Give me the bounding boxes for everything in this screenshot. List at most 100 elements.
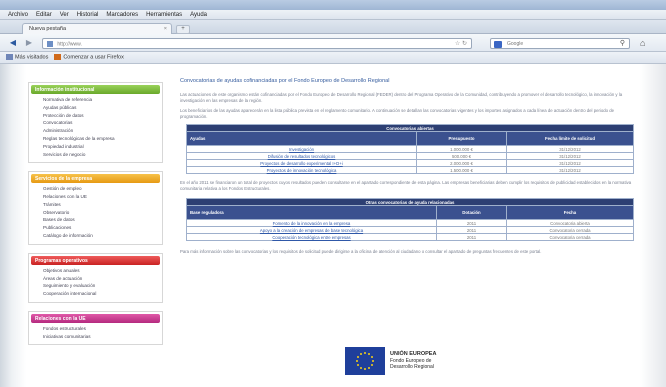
call-link[interactable]: Apoyo a la creación de empresas de base …: [186, 226, 437, 234]
sidebar-link[interactable]: Objetivos anuales: [29, 267, 162, 275]
table-caption: Convocatorias abiertas: [186, 124, 634, 132]
sidebar-link[interactable]: Propiedad industrial: [29, 143, 162, 151]
footer-paragraph: Para más información sobre las convocato…: [180, 249, 542, 254]
new-tab-button[interactable]: +: [176, 25, 190, 34]
sidebar-link[interactable]: Observatorio: [29, 209, 162, 217]
sidebar-link[interactable]: Protección de datos: [29, 112, 162, 120]
back-arrow-icon[interactable]: ◀: [8, 38, 18, 48]
address-bar-url: http://www.: [57, 41, 82, 48]
bookmark-getting-started[interactable]: Comenzar a usar Firefox: [54, 54, 124, 61]
sidebar-link[interactable]: Normativa de referencia: [29, 96, 162, 104]
table-cell: 2011: [436, 219, 507, 227]
sidebar-link[interactable]: Publicaciones: [29, 224, 162, 232]
sidebar-link[interactable]: Iniciativas comunitarias: [29, 333, 162, 341]
eu-star-icon: [364, 368, 366, 370]
close-tab-icon[interactable]: ×: [164, 26, 167, 32]
eu-star-icon: [370, 356, 373, 358]
table-cell: 31/12/2012: [506, 145, 634, 153]
table-row: Proyectos de desarrollo experimental I+D…: [186, 159, 634, 167]
eu-star-icon: [357, 364, 360, 366]
menu-item-editar[interactable]: Editar: [36, 12, 52, 18]
eu-star-icon: [364, 352, 366, 354]
table-row: Investigación 1.000.000 € 31/12/2012: [186, 145, 634, 153]
sidebar-link[interactable]: Gestión de empleo: [29, 185, 162, 193]
table-cell: 2011: [436, 226, 507, 234]
sidebar-link[interactable]: Relaciones con la UE: [29, 193, 162, 201]
eu-logo-text: UNIÓN EUROPEA Fondo Europeo de Desarroll…: [390, 351, 436, 371]
menu-item-archivo[interactable]: Archivo: [8, 12, 28, 18]
sidebar-link[interactable]: Convocatorias: [29, 119, 162, 127]
sidebar-group: Servicios de la empresa Gestión de emple…: [28, 171, 163, 245]
sidebar-group-header[interactable]: Relaciones con la UE: [31, 313, 160, 323]
sidebar-link[interactable]: Administración: [29, 127, 162, 135]
intro-paragraph: Los beneficiarios de las ayudas aparecer…: [180, 108, 615, 119]
call-link[interactable]: Proyectos de desarrollo experimental I+D…: [186, 159, 417, 167]
eu-star-icon: [368, 353, 370, 356]
bookmark-most-visited[interactable]: Más visitados: [6, 54, 48, 61]
table-cell: 1.000.000 €: [416, 145, 507, 153]
sidebar-link[interactable]: Reglas tecnológicas de la empresa: [29, 135, 162, 143]
sidebar-group-header[interactable]: Servicios de la empresa: [31, 174, 160, 184]
menu-item-ayuda[interactable]: Ayuda: [190, 12, 207, 18]
eu-star-icon: [368, 366, 370, 369]
sidebar-link[interactable]: Catálogo de información: [29, 232, 162, 240]
table-row: Difusión de resultados tecnológicos 500.…: [186, 152, 634, 160]
table-cell: 31/12/2012: [506, 152, 634, 160]
body-paragraph: En el año 2011 se financiaron un total d…: [180, 180, 632, 191]
page-title: Convocatorias de ayudas cofinanciadas po…: [180, 78, 390, 84]
eu-logo-line: UNIÓN EUROPEA: [390, 351, 437, 358]
sidebar-link[interactable]: Bases de datos: [29, 216, 162, 224]
sidebar-link[interactable]: Trámites: [29, 201, 162, 209]
sidebar-link[interactable]: Fondos estructurales: [29, 325, 162, 333]
call-link[interactable]: Difusión de resultados tecnológicos: [186, 152, 417, 160]
eu-logo-line: Desarrollo Regional: [390, 364, 434, 371]
bookmarks-toolbar: Más visitados Comenzar a usar Firefox: [0, 52, 666, 64]
site-favicon-icon: [47, 41, 53, 47]
page-viewport: Información institucional Normativa de r…: [0, 64, 666, 387]
search-engine-icon[interactable]: [494, 40, 502, 48]
sidebar-group: Relaciones con la UE Fondos estructurale…: [28, 310, 163, 346]
address-bar[interactable]: http://www. ☆ ↻: [42, 38, 472, 49]
menu-item-marcadores[interactable]: Marcadores: [106, 12, 138, 18]
search-input[interactable]: Google ⚲: [490, 38, 630, 49]
menu-item-historial[interactable]: Historial: [77, 12, 99, 18]
menu-item-ver[interactable]: Ver: [60, 12, 69, 18]
call-link[interactable]: Investigación: [186, 145, 417, 153]
sidebar-link[interactable]: Seguimiento y evaluación: [29, 282, 162, 290]
sidebar-link[interactable]: Ayudas públicas: [29, 104, 162, 112]
table-cell: 1.500.000 €: [416, 166, 507, 174]
related-calls-table: Otras convocatorias de ayuda relacionada…: [186, 198, 634, 241]
window-title-bar: [0, 0, 666, 10]
sidebar-link[interactable]: Áreas de actuación: [29, 275, 162, 283]
table-cell: Convocatoria abierta: [506, 219, 634, 227]
sidebar-group: Programas operativos Objetivos anuales Á…: [28, 252, 163, 303]
call-link[interactable]: Fomento de la innovación en la empresa: [186, 219, 437, 227]
open-calls-table: Convocatorias abiertas Ayudas Presupuest…: [186, 124, 634, 174]
eu-flag-icon: [345, 347, 385, 375]
bookmark-label: Comenzar a usar Firefox: [63, 54, 124, 61]
sidebar-group-header[interactable]: Programas operativos: [31, 255, 160, 265]
table-cell: 31/12/2012: [506, 159, 634, 167]
eu-star-icon: [370, 364, 373, 366]
sidebar-group: Información institucional Normativa de r…: [28, 82, 163, 164]
sidebar-link[interactable]: Servicios de negocio: [29, 150, 162, 158]
intro-paragraph: Las actuaciones de este organismo están …: [180, 92, 623, 103]
sidebar-link[interactable]: Cooperación internacional: [29, 290, 162, 298]
home-icon[interactable]: ⌂: [640, 38, 645, 48]
call-link[interactable]: Proyectos de innovación tecnológica: [186, 166, 417, 174]
sidebar-group-header[interactable]: Información institucional: [31, 85, 160, 94]
browser-tab[interactable]: Nueva pestaña ×: [22, 23, 172, 34]
column-header: Fecha: [506, 205, 634, 220]
search-icon[interactable]: ⚲: [620, 39, 625, 47]
forward-arrow-icon[interactable]: ▶: [24, 38, 34, 48]
firefox-icon: [54, 54, 62, 61]
column-header: Presupuesto: [416, 131, 507, 146]
bookmark-star-icon[interactable]: ☆ ↻: [455, 40, 467, 47]
table-cell: Convocatoria cerrada: [506, 233, 634, 241]
table-cell: 31/12/2012: [506, 166, 634, 174]
eu-star-icon: [360, 366, 362, 369]
column-header: Fecha límite de solicitud: [506, 131, 634, 146]
call-link[interactable]: Cooperación tecnológica entre empresas: [186, 233, 437, 241]
eu-logo: UNIÓN EUROPEA Fondo Europeo de Desarroll…: [345, 346, 470, 376]
menu-item-herramientas[interactable]: Herramientas: [146, 12, 182, 18]
